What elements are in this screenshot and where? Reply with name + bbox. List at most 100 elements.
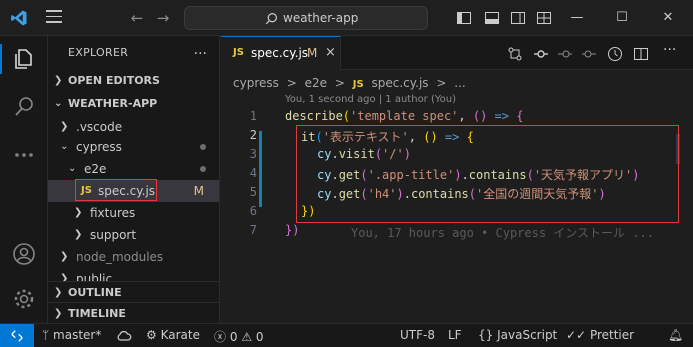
braces-icon: {} (478, 328, 494, 342)
git-change-indicator[interactable] (259, 131, 262, 207)
code-highlight-box (296, 125, 679, 223)
breadcrumb-item[interactable]: spec.cy.js (371, 76, 428, 90)
error-icon: ⓧ (214, 330, 227, 344)
breadcrumb-separator-icon: > (436, 76, 447, 90)
branch-status[interactable]: ᛘ master* (42, 328, 101, 342)
settings-gear-icon[interactable] (12, 287, 36, 311)
sidebar-title: EXPLORER (68, 46, 129, 59)
tree-item-cypress[interactable]: ⌄ cypress (48, 136, 219, 158)
sync-cloud-icon[interactable] (116, 329, 132, 343)
breadcrumb-separator-icon: > (334, 76, 345, 90)
toggle-panel-icon[interactable] (484, 10, 500, 26)
chevron-right-icon: ❯ (54, 75, 63, 86)
modified-indicator: M (307, 46, 318, 60)
compare-changes-icon[interactable] (507, 46, 523, 62)
back-arrow-icon[interactable]: ← (128, 9, 146, 27)
inline-blame: You, 17 hours ago • Cypress インストール ... (351, 226, 654, 240)
search-text: weather-app (283, 11, 359, 25)
maximize-button[interactable]: ☐ (612, 8, 632, 28)
breadcrumb-item[interactable]: cypress (233, 76, 279, 90)
karate-icon: ⚙ (146, 328, 157, 342)
problems-status[interactable]: ⓧ 0 ⚠ 0 (214, 328, 264, 345)
previous-change-icon[interactable] (557, 46, 573, 62)
line-number: 5 (249, 185, 257, 199)
modified-badge: M (193, 184, 204, 198)
chevron-down-icon: ⌄ (54, 98, 63, 109)
eol-status[interactable]: LF (448, 328, 462, 342)
customize-layout-icon[interactable] (536, 10, 552, 26)
code-line-7[interactable]: }) (285, 223, 299, 237)
line-number: 4 (249, 166, 257, 180)
outline-section[interactable]: ❯ OUTLINE (48, 281, 219, 303)
search-icon (265, 13, 277, 25)
next-change-icon[interactable] (581, 46, 597, 62)
explorer-sidebar: EXPLORER ... ❯ OPEN EDITORS ⌄ WEATHER-AP… (48, 36, 220, 323)
warning-icon: ⚠ (241, 330, 253, 344)
line-number: 2 (249, 128, 257, 142)
language-status[interactable]: {} JavaScript (478, 328, 557, 342)
active-indicator (0, 44, 2, 74)
remote-indicator[interactable] (0, 324, 34, 347)
tree-item-e2e[interactable]: ⌄ e2e (48, 158, 219, 180)
more-actions-icon[interactable]: ··· (663, 42, 679, 58)
timeline-icon[interactable] (607, 46, 623, 62)
encoding-status[interactable]: UTF-8 (400, 328, 435, 342)
tree-item-node-modules[interactable]: ❯ node_modules (48, 246, 219, 268)
editor-area: JS spec.cy.js M × ··· cypress > e2e > JS… (221, 36, 693, 323)
search-icon[interactable] (12, 95, 36, 119)
chevron-right-icon: ❯ (54, 287, 63, 298)
breadcrumb-item[interactable]: ... (454, 76, 465, 90)
tree-item-vscode[interactable]: ❯ .vscode (48, 116, 219, 138)
status-bar: ᛘ master* ⚙ Karate ⓧ 0 ⚠ 0 UTF-8 LF {} J… (0, 323, 693, 347)
modified-dot-icon (200, 144, 206, 150)
chevron-right-icon: ❯ (60, 251, 69, 262)
sidebar-more-button[interactable]: ... (194, 42, 207, 58)
chevron-down-icon: ⌄ (68, 163, 77, 174)
forward-arrow-icon[interactable]: → (154, 9, 172, 27)
tab-bar: JS spec.cy.js M × ··· (221, 36, 693, 70)
project-section[interactable]: ⌄ WEATHER-APP (48, 93, 219, 115)
vscode-logo-icon (11, 10, 27, 26)
chevron-right-icon: ❯ (54, 308, 63, 319)
line-number: 1 (249, 109, 257, 123)
selected-file-highlight (75, 179, 157, 201)
codelens-blame[interactable]: You, 1 second ago | 1 author (You) (285, 94, 456, 105)
chevron-right-icon: ❯ (60, 121, 69, 132)
tree-item-fixtures[interactable]: ❯ fixtures (48, 202, 219, 224)
chevron-right-icon: ❯ (74, 229, 83, 240)
toggle-secondary-sidebar-icon[interactable] (510, 10, 526, 26)
git-branch-icon: ᛘ (42, 328, 50, 342)
open-changes-icon[interactable] (533, 46, 549, 62)
breadcrumb-item[interactable]: e2e (305, 76, 327, 90)
split-editor-icon[interactable] (633, 46, 649, 62)
remote-icon (11, 330, 23, 342)
breadcrumb-separator-icon: > (286, 76, 297, 90)
menu-icon[interactable] (46, 10, 62, 26)
tab-label: spec.cy.js (251, 46, 309, 60)
minimize-button[interactable]: — (567, 8, 587, 28)
karate-status[interactable]: ⚙ Karate (146, 328, 200, 342)
tree-item-support[interactable]: ❯ support (48, 224, 219, 246)
activity-bar (0, 36, 48, 323)
line-number: 3 (249, 147, 257, 161)
open-editors-section[interactable]: ❯ OPEN EDITORS (48, 70, 219, 92)
account-icon[interactable] (12, 242, 36, 266)
command-center-search[interactable]: weather-app (184, 6, 428, 30)
toggle-primary-sidebar-icon[interactable] (456, 10, 472, 26)
line-number: 7 (249, 223, 257, 237)
chevron-down-icon: ⌄ (60, 141, 69, 152)
close-tab-icon[interactable]: × (325, 45, 336, 60)
explorer-icon[interactable] (12, 47, 36, 71)
timeline-section[interactable]: ❯ TIMELINE (48, 302, 219, 323)
chevron-right-icon: ❯ (74, 207, 83, 218)
more-icon[interactable] (12, 143, 36, 167)
breadcrumb: cypress > e2e > JS spec.cy.js > ... (233, 73, 470, 93)
tab-spec-cy-js[interactable]: JS spec.cy.js M × (221, 36, 341, 70)
notifications-bell-icon[interactable]: 🔔︎ (668, 328, 683, 342)
javascript-file-icon: JS (352, 79, 364, 90)
code-line-1[interactable]: describe('template spec', () => { (285, 109, 523, 123)
close-window-button[interactable]: ✕ (658, 8, 678, 28)
javascript-file-icon: JS (233, 47, 244, 58)
prettier-status[interactable]: ✓✓ Prettier (566, 328, 634, 342)
line-number: 6 (249, 204, 257, 218)
